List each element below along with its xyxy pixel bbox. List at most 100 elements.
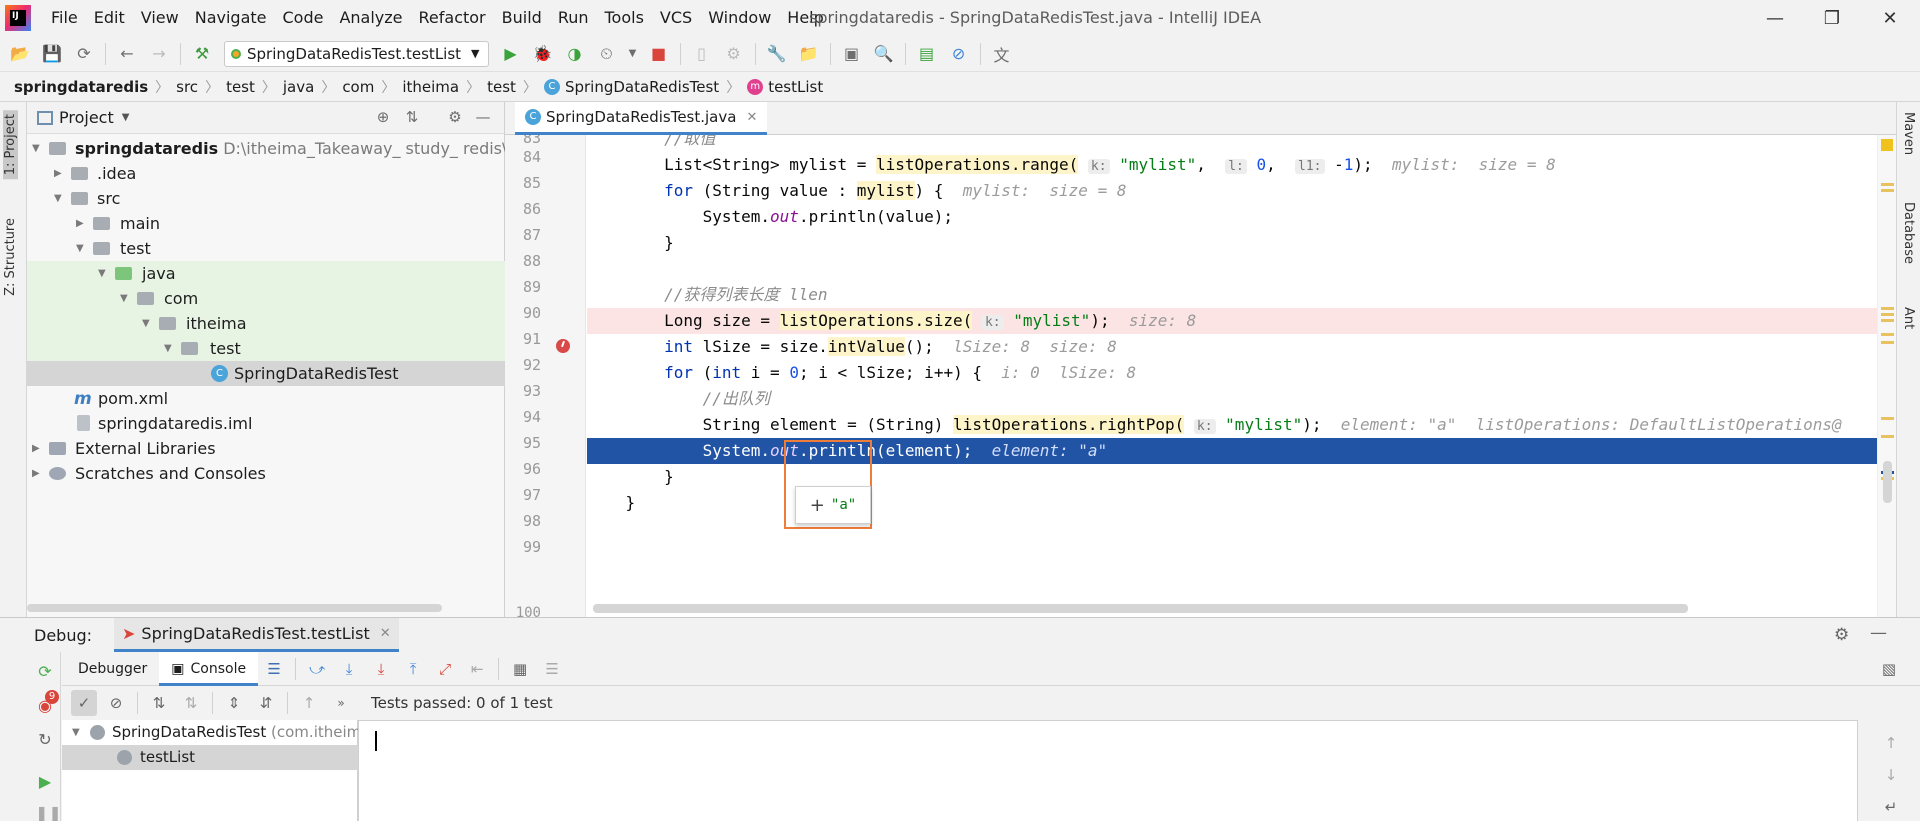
stripe-marker[interactable] — [1881, 183, 1894, 186]
breadcrumb-item[interactable]: com — [342, 78, 374, 96]
project-structure-icon[interactable]: 📁 — [797, 42, 821, 66]
menu-item-window[interactable]: Window — [700, 0, 779, 36]
device-icon[interactable]: ▯ — [690, 42, 714, 66]
breadcrumb-item[interactable]: springdataredis — [14, 78, 148, 96]
console-output[interactable] — [358, 720, 1858, 821]
editor-horizontal-scrollbar[interactable] — [593, 604, 1688, 613]
gear-icon[interactable]: ⚙ — [1834, 625, 1849, 645]
stop-icon[interactable]: ■ — [647, 42, 671, 66]
breadcrumb-item[interactable]: C SpringDataRedisTest — [543, 78, 719, 96]
close-icon[interactable]: ✕ — [380, 626, 391, 641]
collapse-all-icon[interactable]: ⇅ — [402, 108, 422, 128]
vertical-scrollbar[interactable] — [1883, 461, 1892, 503]
previous-failed-icon[interactable]: ↑ — [296, 690, 322, 716]
stripe-marker[interactable] — [1881, 341, 1894, 344]
tree-item-root[interactable]: ▼ springdataredis D:\itheima_Takeaway_ s… — [27, 136, 505, 161]
show-ignored-icon[interactable]: ⊘ — [103, 690, 129, 716]
translate-icon[interactable]: 文 — [990, 42, 1014, 66]
restore-icon[interactable]: ❐ — [1804, 0, 1860, 36]
stripe-marker[interactable] — [1881, 333, 1894, 336]
resume-program-icon[interactable]: ▶ — [35, 772, 55, 792]
build-hammer-icon[interactable]: ⚒ — [190, 42, 214, 66]
structure-tool-tab[interactable]: Z: Structure — [3, 218, 18, 296]
tree-item-pom[interactable]: m pom.xml — [27, 386, 505, 411]
tab-debugger[interactable]: Debugger — [66, 652, 159, 686]
forward-icon[interactable]: → — [147, 42, 171, 66]
step-out-icon[interactable]: ⤒ — [400, 656, 426, 682]
project-tool-tab[interactable]: 1: Project — [3, 110, 18, 180]
database-tool-tab[interactable]: Database — [1901, 202, 1916, 264]
menu-item-refactor[interactable]: Refactor — [411, 0, 494, 36]
tree-item-main[interactable]: ▶ main — [27, 211, 505, 236]
toggle-auto-test-icon[interactable]: ↻ — [35, 730, 55, 750]
up-icon[interactable]: ↑ — [1878, 730, 1904, 756]
menu-item-run[interactable]: Run — [550, 0, 597, 36]
coverage-icon[interactable]: ◑ — [563, 42, 587, 66]
ant-tool-tab[interactable]: Ant — [1901, 307, 1916, 329]
chevron-down-icon[interactable]: ▼ — [627, 42, 639, 66]
layout-icon[interactable]: ▧ — [1876, 656, 1902, 682]
drop-frame-icon[interactable]: ⤢ — [432, 656, 458, 682]
tree-item-springdataredistest[interactable]: C SpringDataRedisTest — [27, 361, 505, 386]
breadcrumb-item[interactable]: java — [283, 78, 314, 96]
search-icon[interactable]: 🔍 — [872, 42, 896, 66]
menu-item-view[interactable]: View — [133, 0, 187, 36]
back-icon[interactable]: ← — [115, 42, 139, 66]
run-config-dropdown[interactable]: SpringDataRedisTest.testList ▼ — [224, 40, 489, 67]
error-stripe[interactable] — [1877, 135, 1896, 617]
menu-item-code[interactable]: Code — [275, 0, 332, 36]
step-into-icon[interactable]: ⤓ — [336, 656, 362, 682]
open-folder-icon[interactable]: 📂 — [8, 42, 32, 66]
more-icon[interactable]: » — [328, 690, 354, 716]
stripe-marker[interactable] — [1881, 307, 1894, 310]
tree-item-itheima[interactable]: ▼ itheima — [27, 311, 505, 336]
down-icon[interactable]: ↓ — [1878, 762, 1904, 788]
evaluate-expression-icon[interactable]: ▦ — [507, 656, 533, 682]
stripe-marker[interactable] — [1881, 319, 1894, 322]
terminal-icon[interactable]: ▣ — [840, 42, 864, 66]
close-icon[interactable]: ✕ — [746, 110, 757, 125]
breakpoint-icon[interactable] — [556, 339, 570, 353]
maven-tool-tab[interactable]: Maven — [1901, 112, 1916, 155]
menu-icon[interactable]: ☰ — [261, 656, 287, 682]
sort-by-duration-icon[interactable]: ⇅ — [178, 690, 204, 716]
debug-session-tab[interactable]: ➤ SpringDataRedisTest.testList ✕ — [114, 618, 399, 652]
breadcrumb-item[interactable]: src — [176, 78, 198, 96]
profile-icon[interactable]: ⏲ — [595, 42, 619, 66]
sync-icon[interactable]: ⟳ — [72, 42, 96, 66]
close-icon[interactable]: ✕ — [1862, 0, 1918, 36]
tree-item-com[interactable]: ▼ com — [27, 286, 505, 311]
breadcrumb-item[interactable]: test — [487, 78, 516, 96]
trace-stream-icon[interactable]: ☰ — [539, 656, 565, 682]
step-over-icon[interactable]: ⤻ — [304, 656, 330, 682]
expand-plus-icon[interactable]: + — [810, 495, 825, 516]
stripe-marker[interactable] — [1881, 435, 1894, 438]
test-tree-method[interactable]: testList — [62, 745, 358, 770]
show-passed-icon[interactable]: ✓ — [71, 690, 97, 716]
menu-item-build[interactable]: Build — [494, 0, 550, 36]
gear-icon[interactable]: ⚙ — [445, 108, 465, 128]
project-panel-title[interactable]: Project — [59, 108, 114, 127]
breadcrumb-item[interactable]: itheima — [402, 78, 459, 96]
tab-console[interactable]: ▣ Console — [159, 651, 259, 686]
tree-item-iml[interactable]: springdataredis.iml — [27, 411, 505, 436]
menu-item-vcs[interactable]: VCS — [652, 0, 700, 36]
breadcrumb-item[interactable]: m testList — [747, 78, 823, 96]
tree-item-test[interactable]: ▼ test — [27, 236, 505, 261]
tree-item-scratches[interactable]: ▶ Scratches and Consoles — [27, 461, 505, 486]
sdk-icon[interactable]: ⚙ — [722, 42, 746, 66]
force-step-into-icon[interactable]: ⤓ — [368, 656, 394, 682]
hide-icon[interactable]: — — [1870, 623, 1887, 643]
tree-item-idea[interactable]: ▶ .idea — [27, 161, 505, 186]
rerun-icon[interactable]: ⟳ — [35, 662, 55, 682]
locate-icon[interactable]: ⊕ — [373, 108, 393, 128]
menu-item-tools[interactable]: Tools — [597, 0, 652, 36]
wrench-icon[interactable]: 🔧 — [765, 42, 789, 66]
code-editor[interactable]: 83 84 85 86 87 88 89 90 91 92 93 94 95 9… — [505, 135, 1896, 617]
tree-item-test-package[interactable]: ▼ test — [27, 336, 505, 361]
stripe-marker[interactable] — [1881, 189, 1894, 192]
pause-program-icon[interactable]: ❚❚ — [35, 804, 62, 821]
stripe-marker[interactable] — [1881, 313, 1894, 316]
chevron-down-icon[interactable]: ▼ — [122, 112, 130, 123]
minimize-icon[interactable]: — — [1747, 0, 1803, 36]
